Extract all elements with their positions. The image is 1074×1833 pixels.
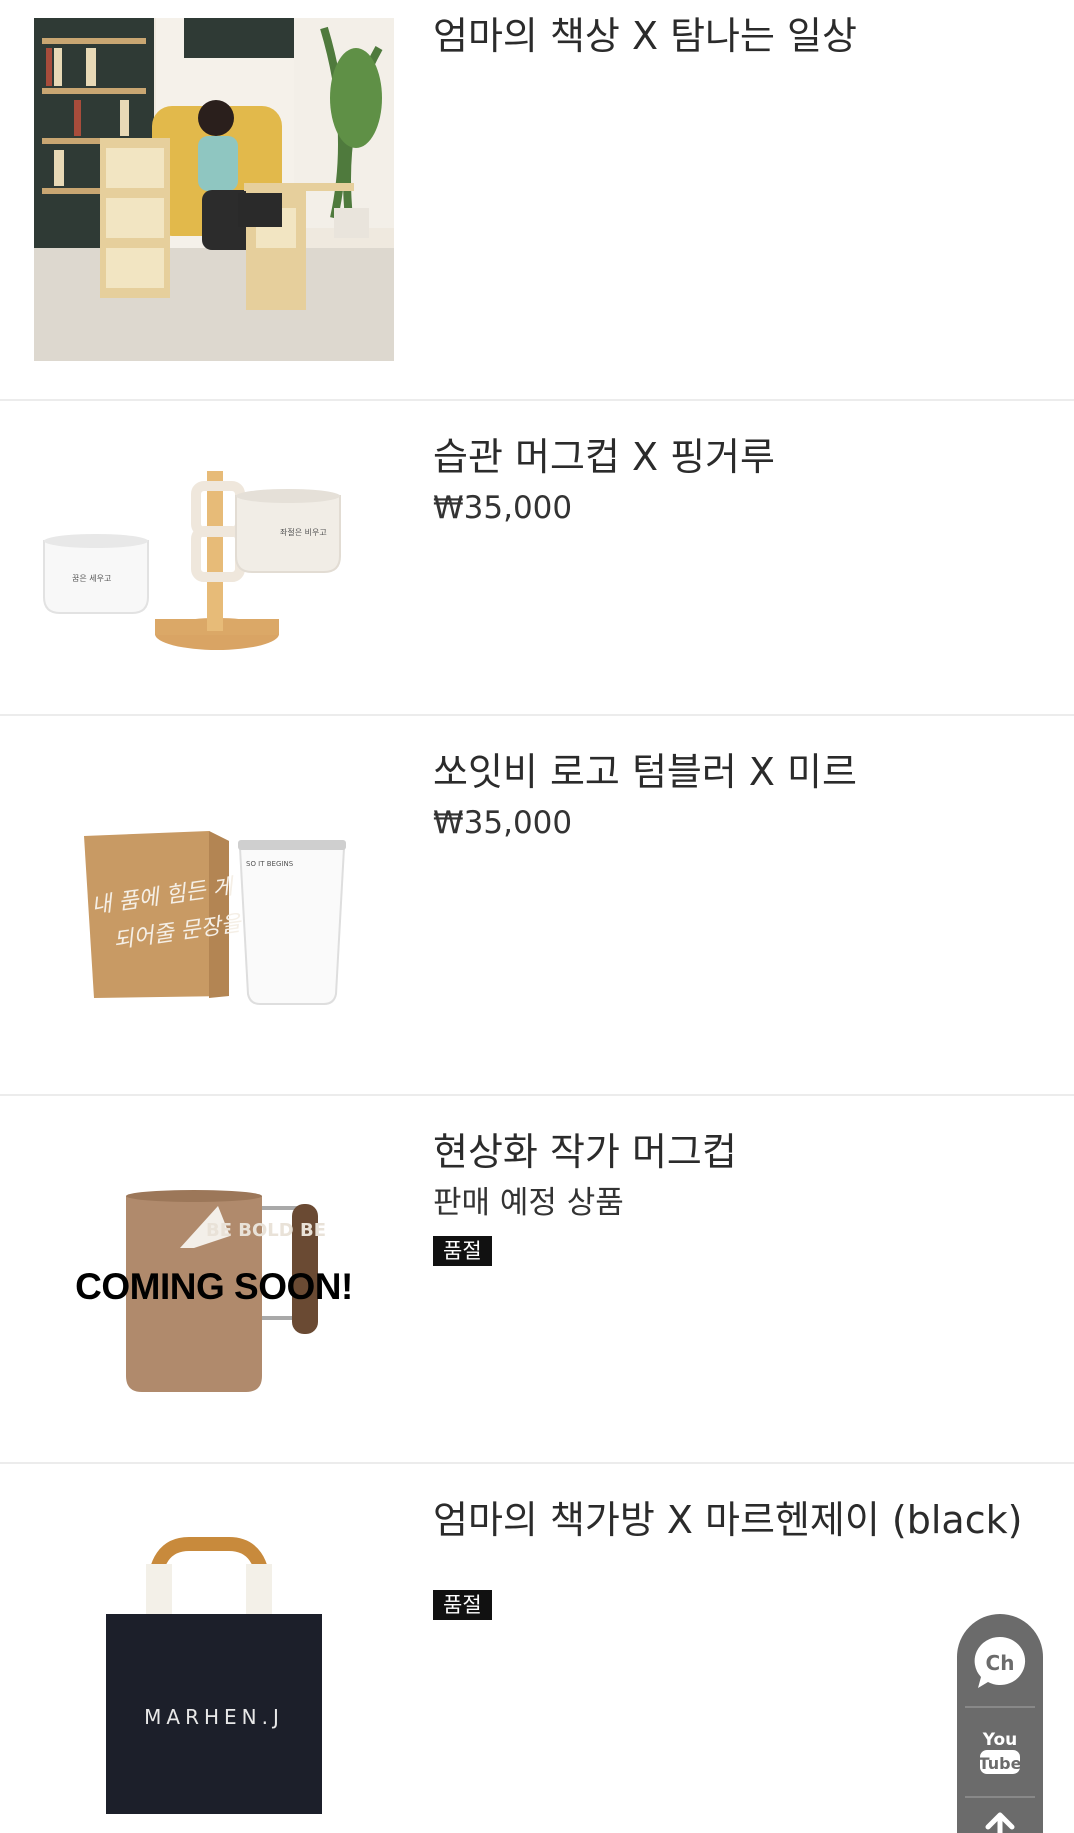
mug-left-text: 꿈은 세우고	[72, 574, 111, 583]
product-thumbnail[interactable]: MARHEN.J	[34, 1484, 394, 1824]
sold-out-badge: 품절	[433, 1590, 492, 1620]
product-price: ₩35,000	[433, 490, 573, 526]
coming-soon-overlay: COMING SOON!	[75, 1266, 353, 1307]
channel-chat-button[interactable]: Ch	[957, 1624, 1043, 1700]
product-info: 엄마의 책상 X 탐나는 일상	[433, 12, 1054, 60]
bag-brand-text: MARHEN.J	[144, 1705, 284, 1729]
product-title[interactable]: 현상화 작가 머그컵	[433, 1128, 1054, 1176]
floating-quick-menu: Ch You Tube	[957, 1614, 1043, 1833]
product-item[interactable]: BE BOLD BE COMING SOON! 현상화 작가 머그컵 판매 예정…	[0, 1096, 1074, 1464]
mug-logo-text: BE BOLD BE	[206, 1220, 326, 1241]
tote-bag-photo: MARHEN.J	[34, 1484, 394, 1824]
product-item[interactable]: 엄마의 책상 X 탐나는 일상	[0, 0, 1074, 401]
product-thumbnail[interactable]	[34, 18, 394, 361]
mug-right-text: 좌절은 비우고	[280, 528, 327, 537]
product-info: 엄마의 책가방 X 마르헨제이 (black) 품절	[433, 1496, 1054, 1620]
menu-divider	[965, 1706, 1035, 1708]
mug-set-photo: 꿈은 세우고 좌절은 비우고	[34, 421, 394, 691]
product-info: 현상화 작가 머그컵 판매 예정 상품 품절	[433, 1128, 1054, 1266]
study-room-photo	[34, 18, 394, 361]
product-item[interactable]: 내 품에 힘든 게 되어줄 문장을 SO IT BEGINS 쏘잇비 로고 텀블…	[0, 716, 1074, 1096]
product-list: 엄마의 책상 X 탐나는 일상 꿈은 세우고 좌절은 비우고 습관 머그컵 X …	[0, 0, 1074, 1833]
tumbler-brand-text: SO IT BEGINS	[246, 860, 294, 868]
scroll-to-top-button[interactable]	[957, 1802, 1043, 1833]
product-title[interactable]: 습관 머그컵 X 핑거루	[433, 433, 1054, 481]
menu-divider	[965, 1796, 1035, 1798]
product-item[interactable]: 꿈은 세우고 좌절은 비우고 습관 머그컵 X 핑거루 ₩35,000	[0, 401, 1074, 716]
product-thumbnail[interactable]: BE BOLD BE COMING SOON!	[34, 1116, 394, 1446]
product-title[interactable]: 엄마의 책상 X 탐나는 일상	[433, 12, 1054, 60]
youtube-label-2: Tube	[979, 1754, 1022, 1773]
sold-out-badge: 품절	[433, 1236, 492, 1266]
chat-icon: Ch	[974, 1636, 1026, 1688]
product-title[interactable]: 엄마의 책가방 X 마르헨제이 (black)	[433, 1496, 1054, 1544]
product-thumbnail[interactable]: 내 품에 힘든 게 되어줄 문장을 SO IT BEGINS	[34, 736, 394, 1066]
product-price: ₩35,000	[433, 805, 573, 841]
product-info: 쏘잇비 로고 텀블러 X 미르 ₩35,000	[433, 748, 1054, 844]
youtube-label-1: You	[982, 1730, 1018, 1750]
youtube-icon: You Tube	[979, 1730, 1022, 1774]
product-title[interactable]: 쏘잇비 로고 텀블러 X 미르	[433, 748, 1054, 796]
product-item[interactable]: MARHEN.J 엄마의 책가방 X 마르헨제이 (black) 품절	[0, 1464, 1074, 1833]
tumbler-set-photo: 내 품에 힘든 게 되어줄 문장을 SO IT BEGINS	[34, 736, 394, 1066]
chat-label: Ch	[986, 1651, 1015, 1675]
product-info: 습관 머그컵 X 핑거루 ₩35,000	[433, 433, 1054, 529]
product-subtitle: 판매 예정 상품	[433, 1185, 624, 1221]
product-thumbnail[interactable]: 꿈은 세우고 좌절은 비우고	[34, 421, 394, 691]
arrow-up-icon	[985, 1812, 1015, 1833]
youtube-button[interactable]: You Tube	[957, 1710, 1043, 1792]
